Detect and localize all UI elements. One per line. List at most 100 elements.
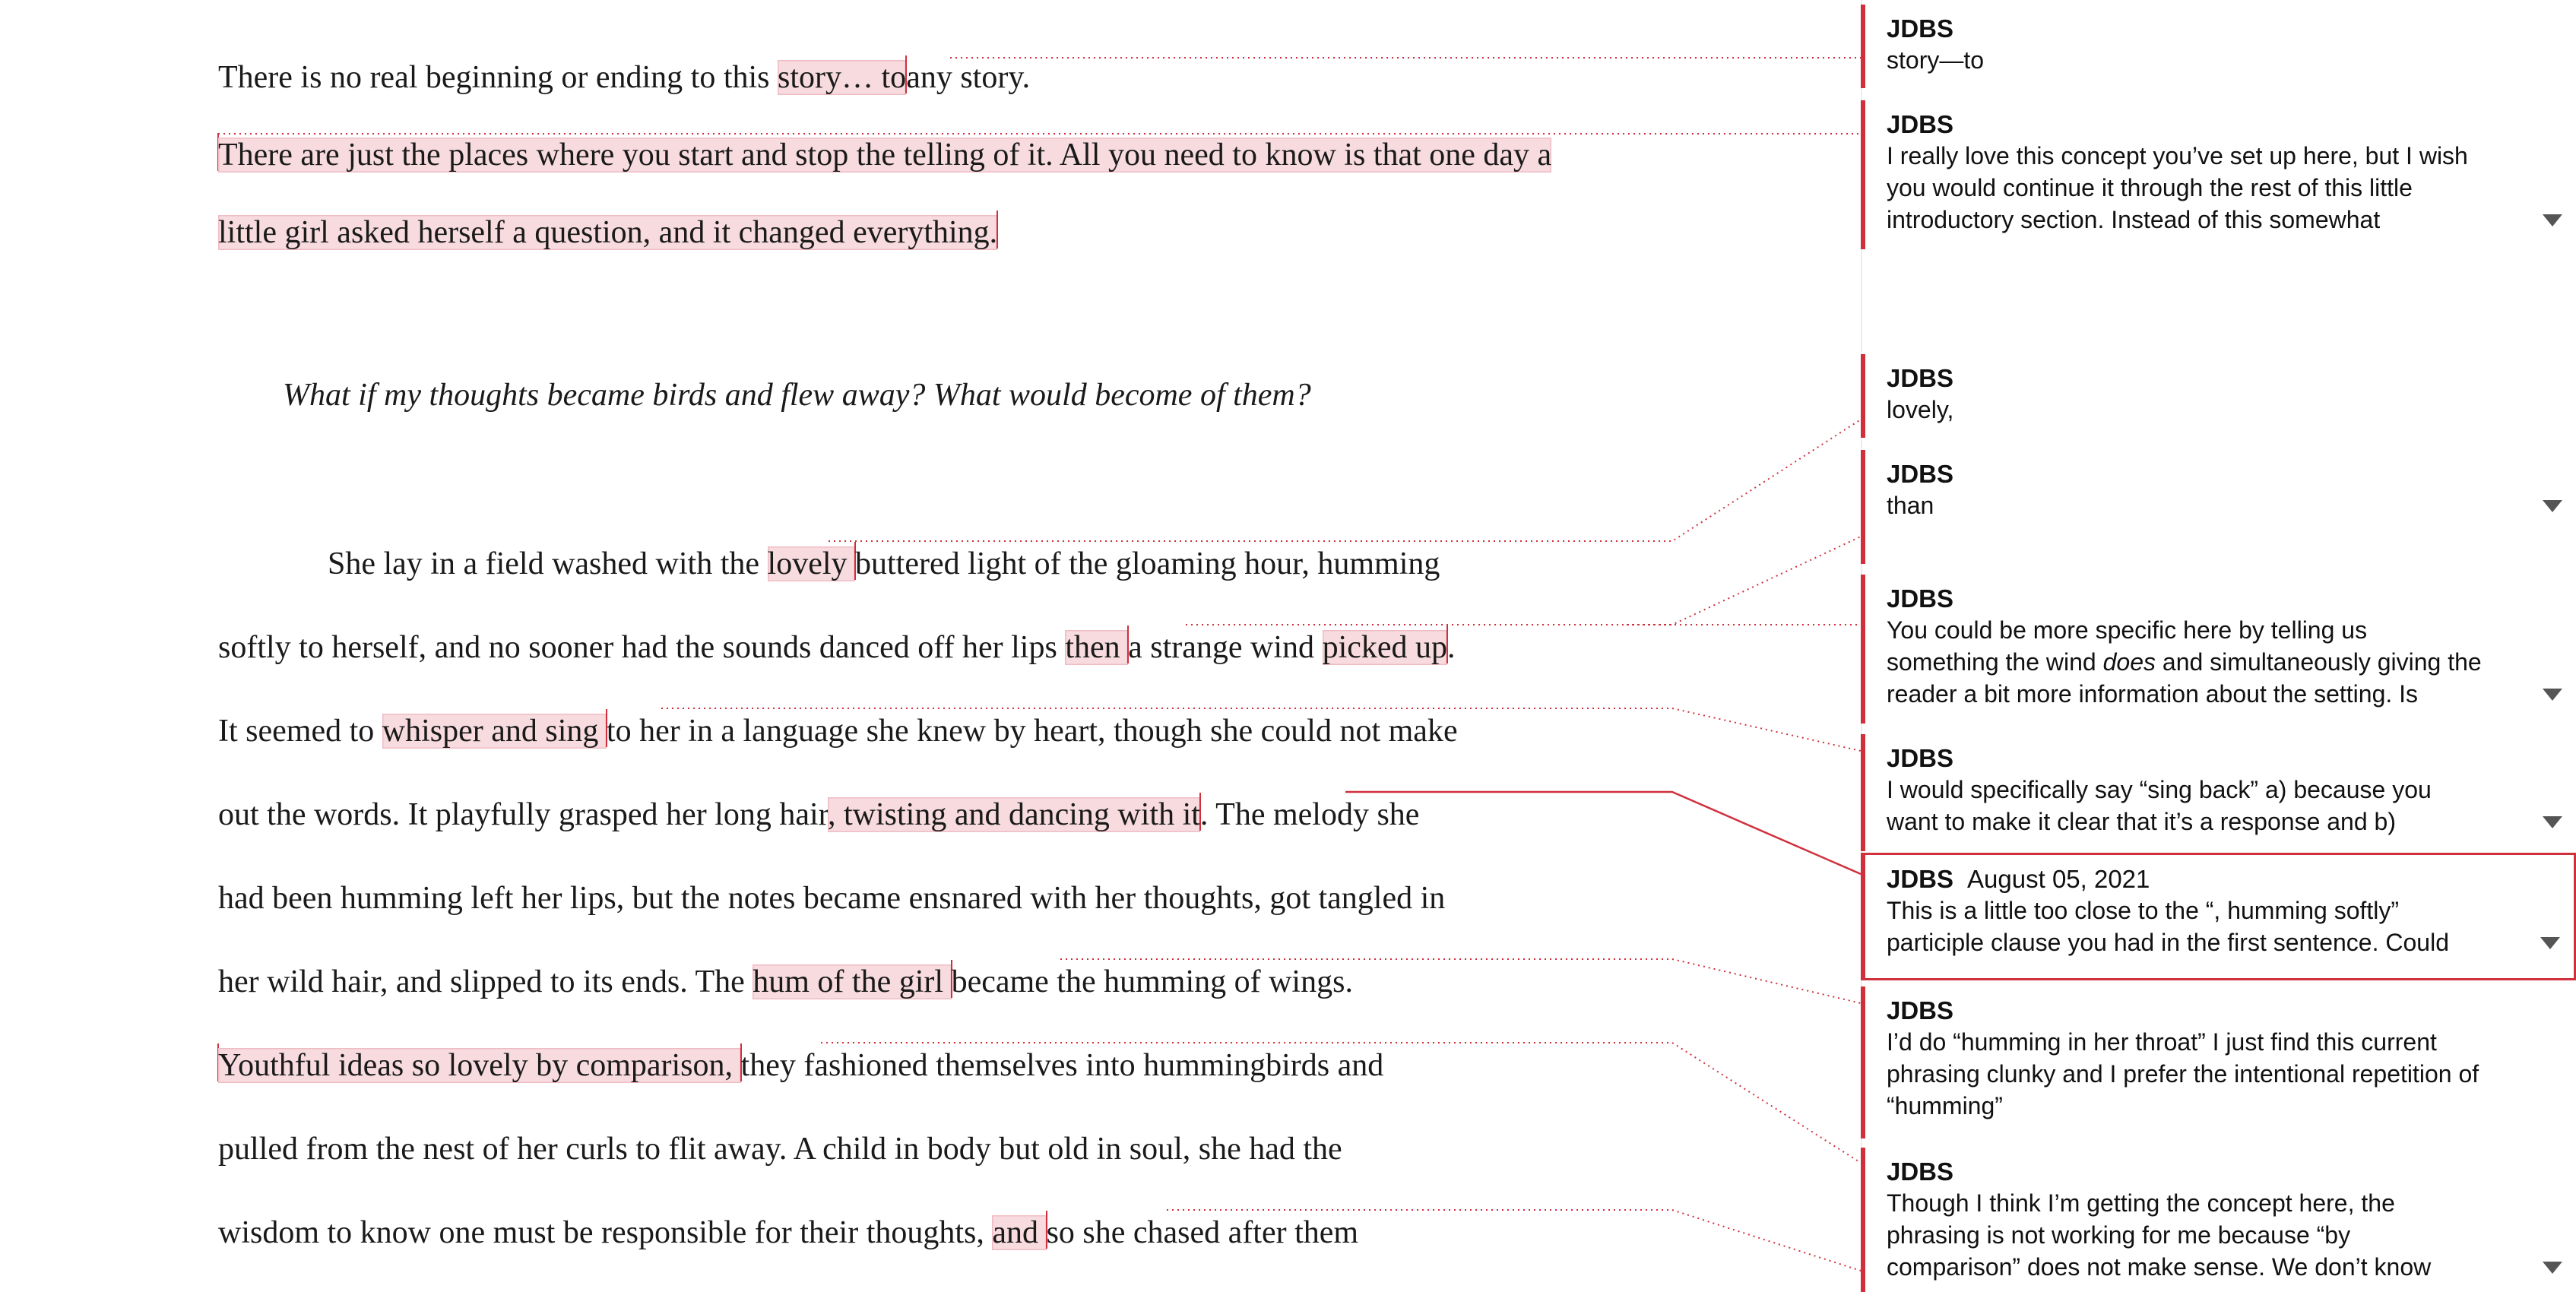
- text-run: out the words. It playfully grasped her …: [218, 797, 828, 832]
- commented-text-highlight[interactable]: then: [1065, 630, 1129, 665]
- text-run: had been humming left her lips, but the …: [218, 881, 1446, 916]
- expand-comment-chevron-icon[interactable]: [2540, 815, 2565, 831]
- comment-text-line: Though I think I’m getting the concept h…: [1887, 1189, 2395, 1217]
- comment-card[interactable]: JDBS Though I think I’m getting the conce…: [1861, 1148, 2576, 1292]
- commented-text-highlight[interactable]: little girl asked herself a question, an…: [218, 215, 998, 250]
- text-run: She lay in a field washed with the: [328, 546, 768, 581]
- commented-text-highlight[interactable]: picked up: [1322, 630, 1448, 665]
- comment-header: JDBS: [1887, 12, 1953, 46]
- commented-text-highlight[interactable]: , twisting and dancing with it: [827, 797, 1200, 832]
- text-run: became the humming of wings.: [951, 964, 1353, 999]
- comment-header: JDBS: [1887, 582, 1953, 616]
- emphasis-text: does: [2102, 648, 2156, 676]
- text-run: .: [1447, 630, 1456, 665]
- text-run: buttered light of the gloaming hour, hum…: [855, 546, 1440, 581]
- comment-card[interactable]: JDBS I would specifically say “sing back”…: [1861, 734, 2576, 851]
- comment-author: JDBS: [1887, 584, 1954, 613]
- text-run: softly to herself, and no sooner had the…: [218, 630, 1066, 665]
- expand-comment-chevron-icon[interactable]: [2537, 936, 2563, 952]
- commented-text-highlight[interactable]: lovely: [767, 546, 856, 581]
- comment-header: JDBS: [1887, 742, 1953, 775]
- text-run: to her in a language she knew by heart, …: [606, 714, 1458, 749]
- comment-header: JDBS: [1887, 362, 1953, 395]
- comment-card[interactable]: JDBS story—to: [1861, 5, 2576, 88]
- text-run: her wild hair, and slipped to its ends. …: [218, 964, 753, 999]
- document-page[interactable]: There is no real beginning or ending to …: [0, 0, 1861, 1275]
- comment-text: This is a little too close to the “, hum…: [1887, 895, 2555, 958]
- comment-card[interactable]: JDBS I’d do “humming in her throat” I jus…: [1861, 986, 2576, 1138]
- comment-author: JDBS: [1887, 14, 1954, 43]
- comment-author: JDBS: [1887, 996, 1954, 1024]
- text-run: so she chased after them: [1046, 1215, 1359, 1250]
- comment-text-line: phrasing clunky and I prefer the intenti…: [1887, 1060, 2479, 1088]
- document-line: Youthful ideas so lovely by comparison, …: [217, 1043, 1384, 1088]
- comment-text-line: you would continue it through the rest o…: [1887, 174, 2413, 201]
- comment-anchor-marker: [996, 211, 999, 249]
- comment-text-line: than: [1887, 492, 1934, 519]
- comment-text-line: comparison” does not make sense. We don’…: [1887, 1253, 2432, 1281]
- commented-text-highlight[interactable]: Youthful ideas so lovely by comparison,: [218, 1048, 741, 1083]
- document-line: out the words. It playfully grasped her …: [218, 792, 1419, 838]
- comment-card[interactable]: JDBS You could be more specific here by t…: [1861, 575, 2576, 724]
- comment-text: You could be more specific here by telli…: [1887, 614, 2555, 710]
- comment-author: JDBS: [1887, 744, 1954, 772]
- text-run: . The melody she: [1199, 797, 1420, 832]
- expand-comment-chevron-icon[interactable]: [2540, 687, 2565, 704]
- text-run: any story.: [906, 60, 1031, 95]
- comment-text: story—to: [1887, 44, 2555, 76]
- document-line: It seemed to whisper and sing to her in …: [218, 708, 1458, 754]
- comment-header: JDBS: [1887, 108, 1953, 141]
- commented-text-highlight[interactable]: story… to: [778, 60, 907, 95]
- commented-text-highlight[interactable]: whisper and sing: [382, 714, 607, 749]
- comment-author: JDBS: [1887, 1157, 1954, 1186]
- text-run: wisdom to know one must be responsible f…: [218, 1215, 993, 1250]
- expand-comment-chevron-icon[interactable]: [2540, 499, 2565, 515]
- comment-author: JDBS: [1887, 110, 1954, 138]
- comment-text-line: I would specifically say “sing back” a) …: [1887, 776, 2432, 803]
- comment-text-line: You could be more specific here by telli…: [1887, 616, 2368, 644]
- document-line: little girl asked herself a question, an…: [218, 210, 999, 255]
- comment-text-line: something the wind does and simultaneous…: [1887, 648, 2482, 676]
- comment-text-line: phrasing is not working for me because “…: [1887, 1221, 2351, 1249]
- document-line: pulled from the nest of her curls to fli…: [218, 1126, 1342, 1172]
- comment-text-line: lovely,: [1887, 396, 1954, 423]
- document-line: There is no real beginning or ending to …: [218, 55, 1030, 100]
- commented-text-highlight[interactable]: There are just the places where you star…: [218, 138, 1552, 173]
- comment-card[interactable]: JDBS than: [1861, 450, 2576, 564]
- document-line: wisdom to know one must be responsible f…: [218, 1210, 1358, 1256]
- comment-card[interactable]: JDBS August 05, 2021 This is a little too …: [1861, 853, 2576, 980]
- comment-header: JDBS: [1887, 994, 1953, 1028]
- comment-card[interactable]: JDBS I really love this concept you’ve se…: [1861, 100, 2576, 249]
- comment-card[interactable]: JDBS lovely,: [1861, 354, 2576, 438]
- comment-author: JDBS: [1887, 364, 1954, 392]
- comment-text: lovely,: [1887, 394, 2555, 426]
- text-run: a strange wind: [1128, 630, 1323, 665]
- comment-text: Though I think I’m getting the concept h…: [1887, 1187, 2555, 1283]
- comment-text-line: This is a little too close to the “, hum…: [1887, 897, 2400, 924]
- document-line: What if my thoughts became birds and fle…: [283, 372, 1311, 418]
- comment-author: JDBS: [1887, 865, 1954, 893]
- comment-text-line: introductory section. Instead of this so…: [1887, 206, 2381, 233]
- document-line: She lay in a field washed with the lovel…: [328, 541, 1440, 587]
- comment-text: I would specifically say “sing back” a) …: [1887, 774, 2555, 838]
- text-run: There is no real beginning or ending to …: [218, 60, 778, 95]
- comment-text-line: story—to: [1887, 46, 1985, 74]
- comment-text-line: I’d do “humming in her throat” I just fi…: [1887, 1028, 2437, 1056]
- text-run: they fashioned themselves into hummingbi…: [740, 1048, 1384, 1083]
- comment-header: JDBS August 05, 2021: [1887, 863, 2150, 896]
- document-line: softly to herself, and no sooner had the…: [218, 625, 1456, 670]
- document-line: had been humming left her lips, but the …: [218, 876, 1445, 921]
- text-run: It seemed to: [218, 714, 382, 749]
- document-line: There are just the places where you star…: [217, 132, 1552, 178]
- comment-text-line: “humming”: [1887, 1092, 2003, 1119]
- commented-text-highlight[interactable]: hum of the girl: [753, 964, 952, 999]
- expand-comment-chevron-icon[interactable]: [2540, 213, 2565, 230]
- comment-text: than: [1887, 489, 2555, 521]
- commented-text-highlight[interactable]: and: [992, 1215, 1047, 1250]
- comment-text: I really love this concept you’ve set up…: [1887, 140, 2555, 236]
- comment-author: JDBS: [1887, 460, 1954, 488]
- comment-text: I’d do “humming in her throat” I just fi…: [1887, 1026, 2555, 1122]
- comment-text-line: participle clause you had in the first s…: [1887, 929, 2449, 956]
- text-run: pulled from the nest of her curls to fli…: [218, 1132, 1342, 1167]
- comment-header: JDBS: [1887, 458, 1953, 491]
